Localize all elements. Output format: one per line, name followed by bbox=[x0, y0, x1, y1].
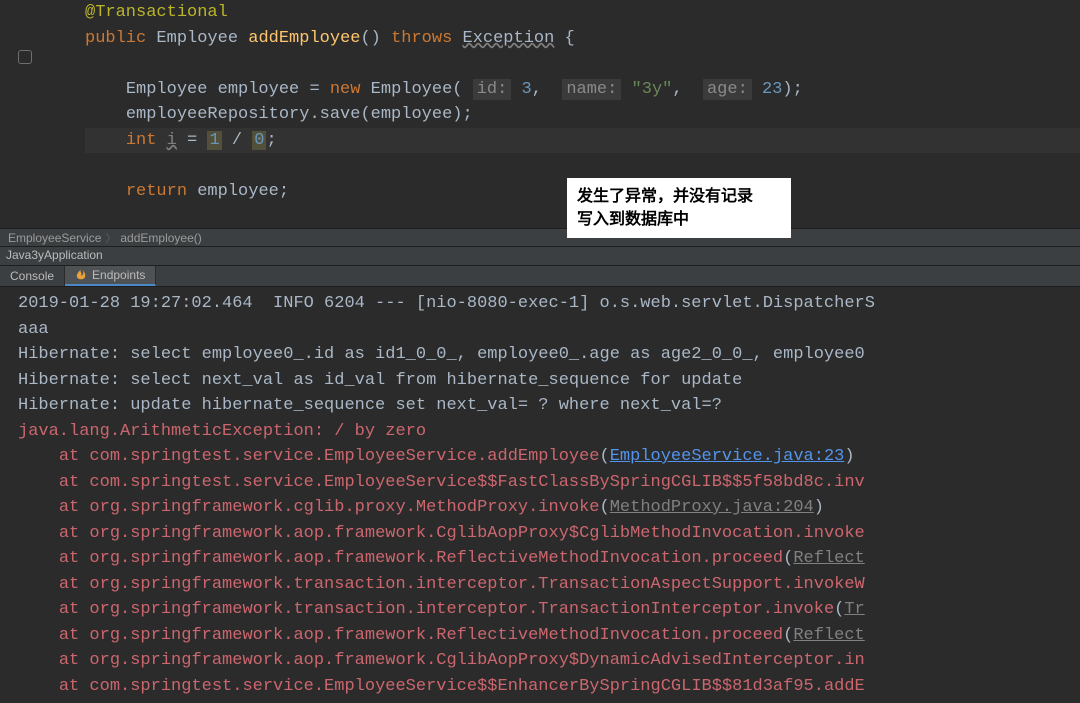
annotation-callout: 发生了异常，并没有记录 写入到数据库中 bbox=[567, 178, 791, 238]
console-tabs: Console Endpoints bbox=[0, 266, 1080, 287]
code-block: @Transactional public Employee addEmploy… bbox=[0, 0, 1080, 204]
exception-line: java.lang.ArithmeticException: / by zero bbox=[18, 422, 426, 441]
highlighted-line: int i = 1 / 0; bbox=[85, 128, 1080, 154]
annotation: @Transactional bbox=[85, 3, 228, 22]
code-editor[interactable]: @Transactional public Employee addEmploy… bbox=[0, 0, 1080, 228]
breadcrumb[interactable]: EmployeeService 〉 addEmployee() bbox=[0, 228, 1080, 247]
tab-endpoints[interactable]: Endpoints bbox=[65, 266, 156, 286]
param-hint-name: name: bbox=[562, 79, 621, 100]
flame-icon bbox=[75, 269, 87, 281]
breadcrumb-class[interactable]: EmployeeService bbox=[8, 231, 101, 245]
stack-link[interactable]: Reflect bbox=[793, 626, 864, 645]
run-config-title[interactable]: Java3yApplication bbox=[0, 247, 1080, 266]
stack-link[interactable]: MethodProxy.java:204 bbox=[610, 498, 814, 517]
param-hint-id: id: bbox=[473, 79, 512, 100]
breadcrumb-method[interactable]: addEmployee() bbox=[120, 231, 201, 245]
chevron-right-icon: 〉 bbox=[105, 230, 116, 246]
param-hint-age: age: bbox=[703, 79, 752, 100]
tab-console[interactable]: Console bbox=[0, 266, 65, 286]
stack-link[interactable]: EmployeeService.java:23 bbox=[610, 447, 845, 466]
console-output[interactable]: 2019-01-28 19:27:02.464 INFO 6204 --- [n… bbox=[0, 287, 1080, 703]
stack-link[interactable]: Reflect bbox=[793, 549, 864, 568]
gutter-override-icon[interactable] bbox=[18, 50, 32, 64]
stack-link[interactable]: Tr bbox=[844, 600, 864, 619]
